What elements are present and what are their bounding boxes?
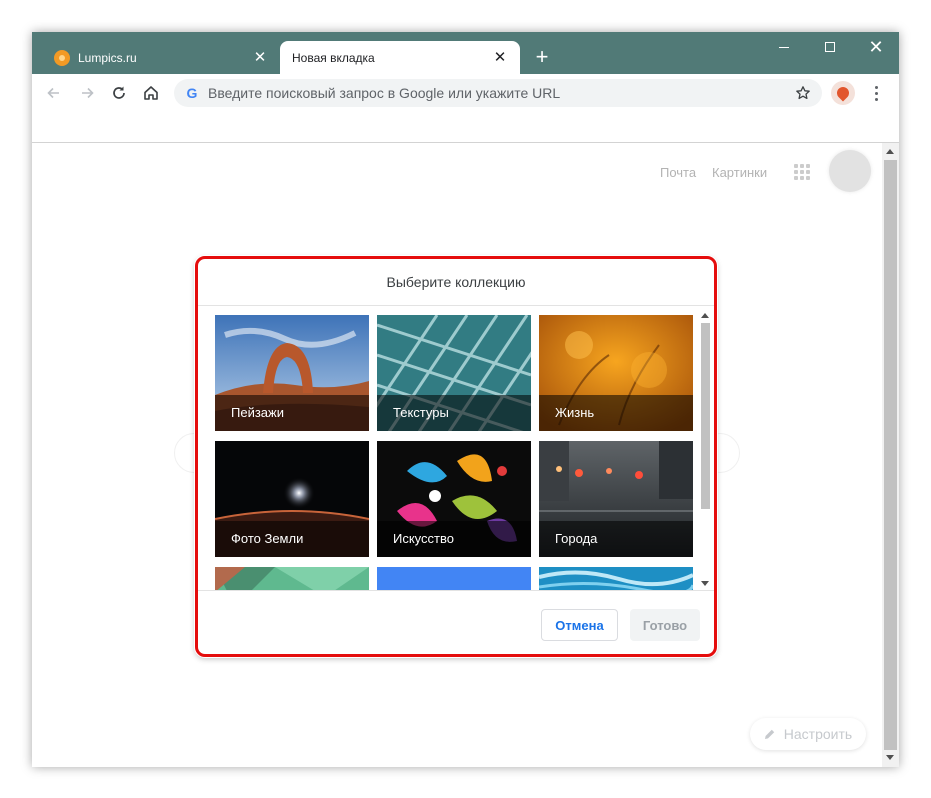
solid-blue-image bbox=[377, 567, 531, 590]
tab-title: Lumpics.ru bbox=[78, 50, 137, 65]
geometric-green-image bbox=[215, 567, 369, 590]
chrome-menu-icon[interactable] bbox=[866, 81, 886, 105]
images-link[interactable]: Картинки bbox=[712, 165, 767, 180]
close-icon[interactable]: ✕ bbox=[853, 32, 899, 62]
tab-close-icon[interactable]: ✕ bbox=[250, 48, 270, 68]
customize-label: Настроить bbox=[783, 726, 853, 742]
dialog-scrollbar[interactable] bbox=[698, 311, 712, 590]
collection-tile-cities[interactable]: Города bbox=[539, 441, 693, 557]
ocean-wave-image bbox=[539, 567, 693, 590]
collection-dialog: Выберите коллекцию Пейзажи Текстуры Жизн… bbox=[195, 256, 717, 657]
apps-grid-icon[interactable] bbox=[794, 164, 810, 180]
collection-grid: Пейзажи Текстуры Жизнь Фото Земли Искусс… bbox=[198, 307, 714, 590]
scrollbar-thumb[interactable] bbox=[884, 160, 897, 750]
pencil-icon bbox=[764, 729, 774, 739]
toolbar: G bbox=[32, 74, 899, 112]
omnibox[interactable]: G bbox=[174, 79, 822, 107]
bookmark-star-icon[interactable] bbox=[790, 80, 816, 106]
collection-label: Города bbox=[539, 521, 693, 557]
page-scrollbar[interactable] bbox=[882, 143, 899, 767]
collection-tile-art[interactable]: Искусство bbox=[377, 441, 531, 557]
dialog-title: Выберите коллекцию bbox=[198, 259, 714, 306]
tab-strip: Lumpics.ru ✕ Новая вкладка ✕ + ✕ bbox=[32, 32, 899, 74]
maximize-icon[interactable] bbox=[807, 32, 853, 62]
tab-lumpics[interactable]: Lumpics.ru ✕ bbox=[40, 41, 280, 74]
collection-tile-life[interactable]: Жизнь bbox=[539, 315, 693, 431]
scroll-down-icon[interactable] bbox=[886, 755, 894, 760]
forward-arrow-icon[interactable] bbox=[73, 79, 101, 107]
collection-tile-textures[interactable]: Текстуры bbox=[377, 315, 531, 431]
back-arrow-icon[interactable] bbox=[40, 79, 68, 107]
collection-tile-solid-colors[interactable] bbox=[377, 567, 531, 590]
reload-icon[interactable] bbox=[105, 79, 133, 107]
collection-label: Жизнь bbox=[539, 395, 693, 431]
collection-label: Пейзажи bbox=[215, 395, 369, 431]
scroll-up-icon[interactable] bbox=[886, 149, 894, 154]
cancel-button[interactable]: Отмена bbox=[541, 609, 618, 641]
gmail-link[interactable]: Почта bbox=[660, 165, 696, 180]
scroll-up-icon[interactable] bbox=[701, 313, 709, 318]
collection-label: Искусство bbox=[377, 521, 531, 557]
dialog-footer: Отмена Готово bbox=[198, 590, 714, 654]
done-button[interactable]: Готово bbox=[630, 609, 700, 641]
account-avatar[interactable] bbox=[829, 150, 871, 192]
collection-label: Текстуры bbox=[377, 395, 531, 431]
collection-tile-earth[interactable]: Фото Земли bbox=[215, 441, 369, 557]
scroll-down-icon[interactable] bbox=[701, 581, 709, 586]
home-icon[interactable] bbox=[137, 79, 165, 107]
tab-title: Новая вкладка bbox=[292, 50, 375, 65]
collection-tile-landscapes[interactable]: Пейзажи bbox=[215, 315, 369, 431]
collection-tile-seascapes[interactable] bbox=[539, 567, 693, 590]
collection-tile-geometric[interactable] bbox=[215, 567, 369, 590]
tab-close-icon[interactable]: ✕ bbox=[490, 48, 510, 68]
new-tab-button[interactable]: + bbox=[530, 46, 554, 70]
extension-icon[interactable] bbox=[831, 81, 855, 105]
minimize-icon[interactable] bbox=[761, 32, 807, 62]
lumpics-favicon bbox=[54, 49, 70, 66]
scrollbar-thumb[interactable] bbox=[701, 323, 710, 509]
collection-label: Фото Земли bbox=[215, 521, 369, 557]
google-icon: G bbox=[186, 85, 198, 101]
omnibox-input[interactable] bbox=[208, 81, 790, 105]
tab-new-tab[interactable]: Новая вкладка ✕ bbox=[280, 41, 520, 74]
customize-button[interactable]: Настроить bbox=[750, 718, 866, 750]
